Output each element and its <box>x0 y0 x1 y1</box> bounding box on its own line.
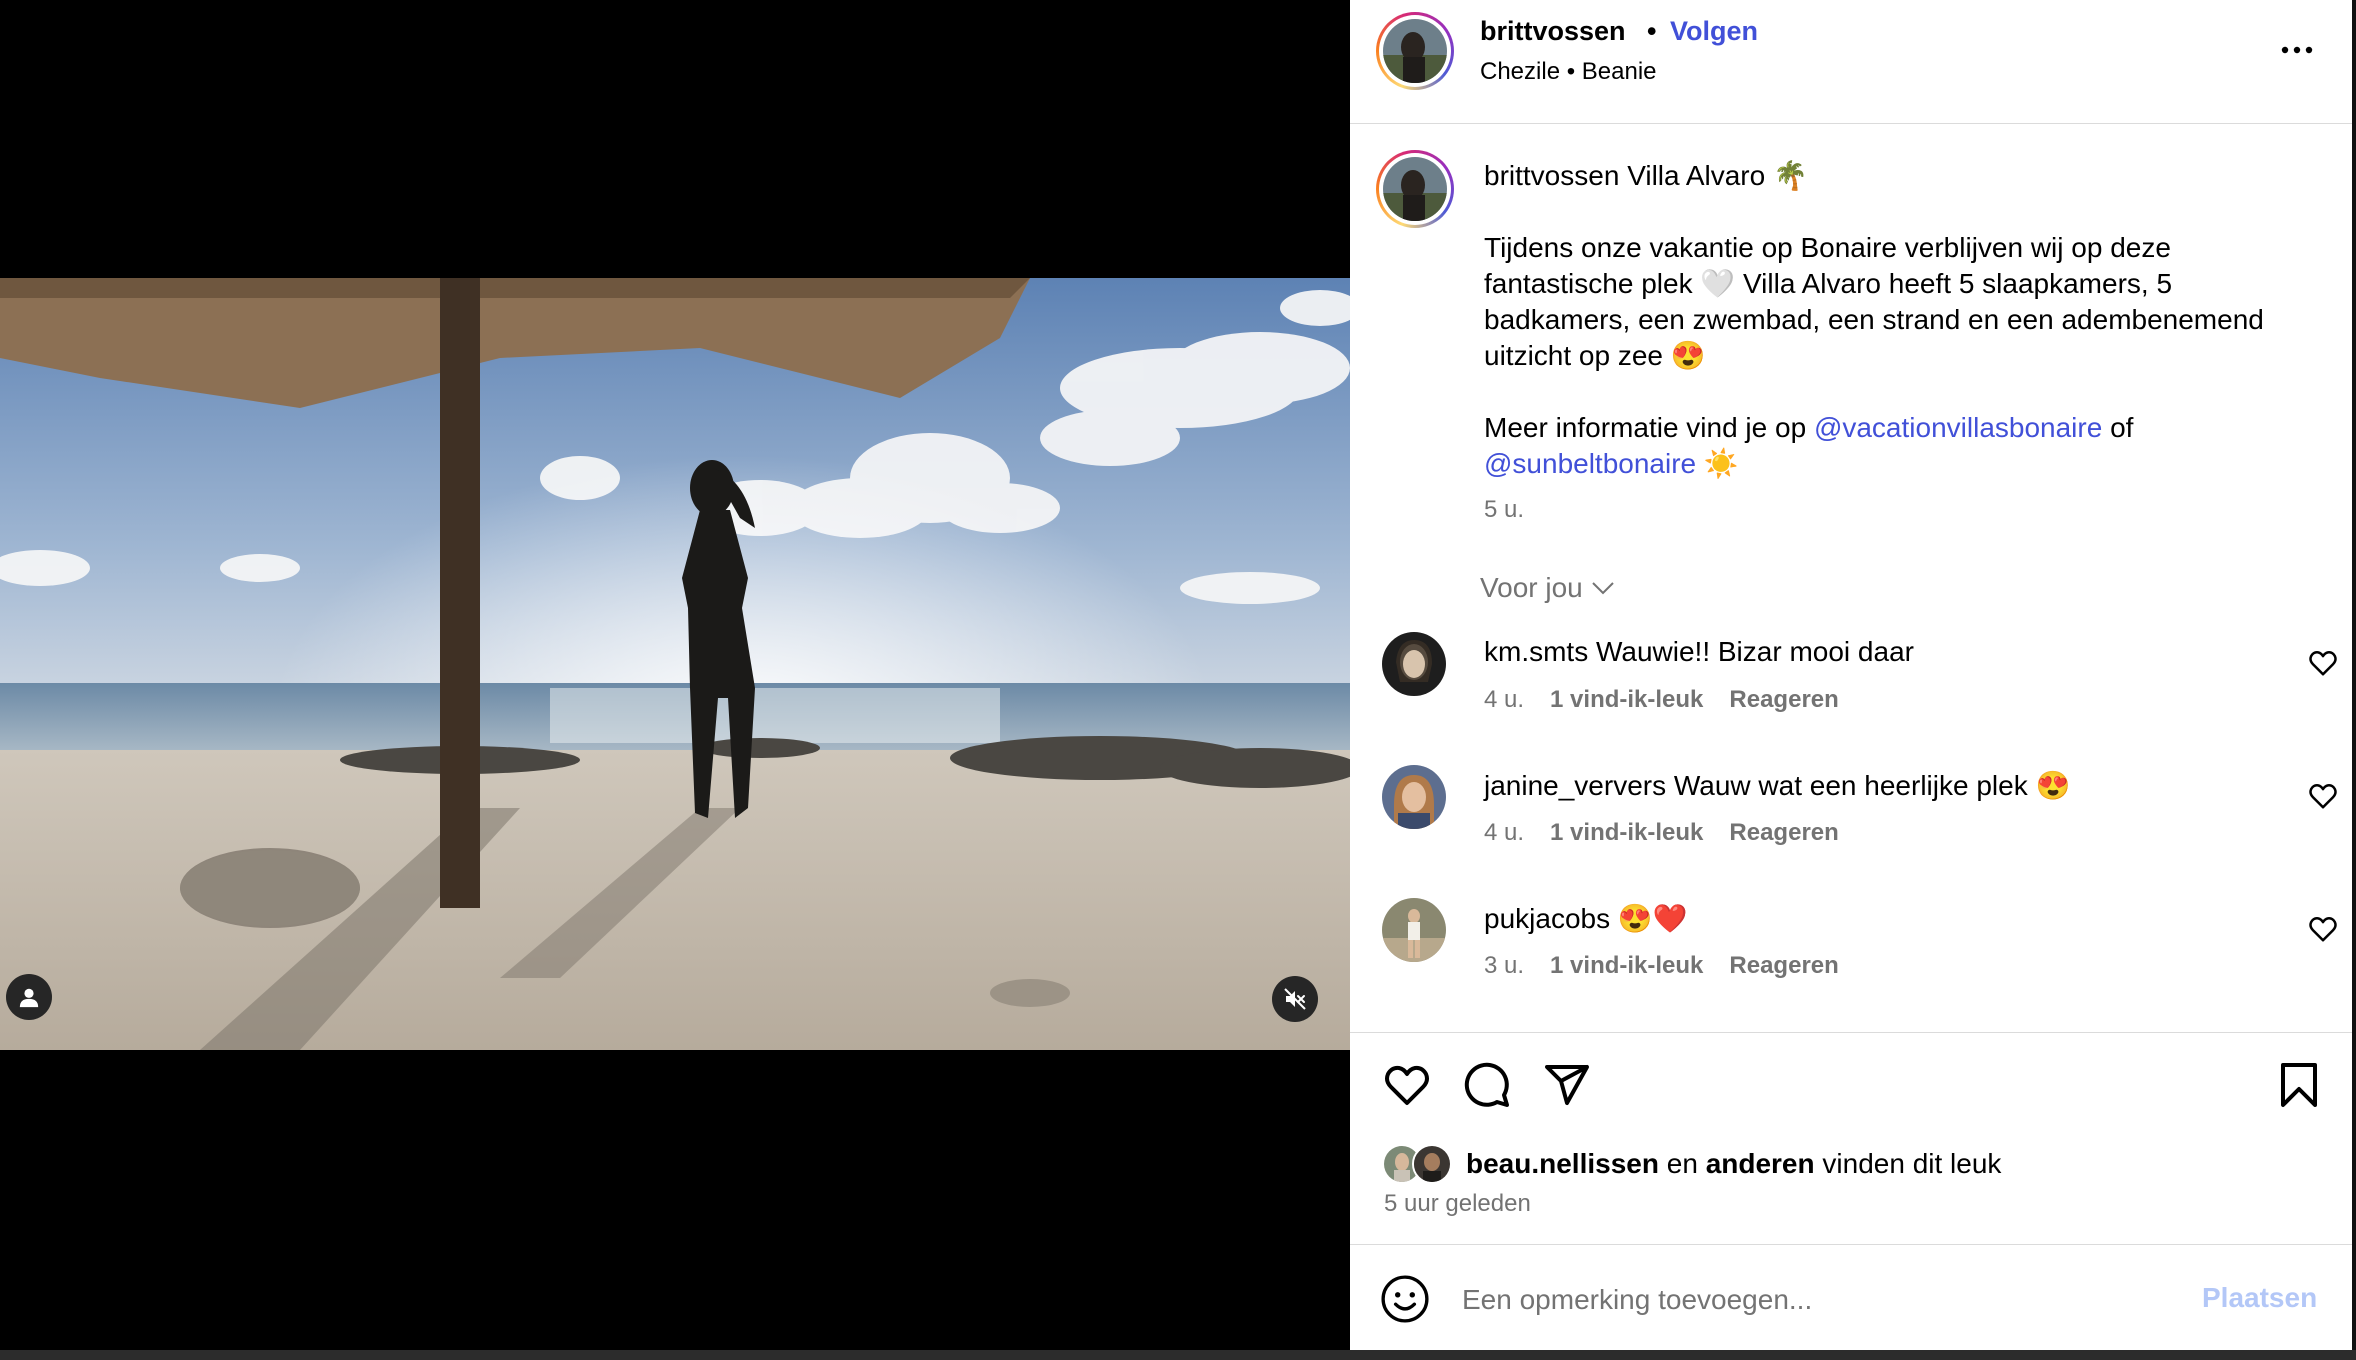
comment-time[interactable]: 4 u. <box>1484 686 1524 714</box>
actions-divider <box>1350 1032 2352 1033</box>
caption-more-info: Meer informatie vind je op @vacationvill… <box>1484 410 2304 482</box>
comment-text-line: pukjacobs 😍❤️ <box>1484 902 1688 935</box>
comment-heart-icon[interactable] <box>2308 648 2338 678</box>
comment-button[interactable] <box>1460 1058 1514 1112</box>
comments-sort-label: Voor jou <box>1480 572 1583 603</box>
likes-summary: beau.nellissen en anderen vinden dit leu… <box>1382 1144 2001 1184</box>
comment-likes-count[interactable]: 1 vind-ik-leuk <box>1550 952 1703 980</box>
more-options-button[interactable] <box>2272 30 2322 70</box>
commenter-avatar[interactable] <box>1382 632 1446 696</box>
comment-time[interactable]: 4 u. <box>1484 819 1524 847</box>
tagged-users-button[interactable] <box>6 974 52 1020</box>
caption-avatar-image <box>1383 157 1447 221</box>
paper-plane-icon <box>1545 1065 1589 1105</box>
audio-title: Beanie <box>1581 58 1657 85</box>
add-comment-input[interactable] <box>1462 1278 2162 1322</box>
like-button[interactable] <box>1380 1058 1434 1112</box>
audio-separator: • <box>1566 58 1576 85</box>
post-header: brittvossen • Volgen Chezile • Beanie <box>1350 0 2352 124</box>
bookmark-icon <box>2281 1063 2317 1107</box>
mention-vacationvillasbonaire[interactable]: @vacationvillasbonaire <box>1814 412 2102 443</box>
speech-bubble-icon <box>1464 1062 1509 1107</box>
comment-item: km.smts Wauwie!! Bizar mooi daar 4 u. 1 … <box>1350 632 2352 742</box>
liker-avatar[interactable] <box>1412 1144 1452 1184</box>
background-feed-strip <box>0 1350 2356 1360</box>
liker-username[interactable]: beau.nellissen <box>1466 1148 1659 1179</box>
comment-item: janine_ververs Wauw wat een heerlijke pl… <box>1350 765 2352 875</box>
chevron-down-icon <box>1592 582 1614 595</box>
beach-scene-image <box>0 278 1350 1050</box>
post-details-panel: brittvossen • Volgen Chezile • Beanie br… <box>1350 0 2352 1350</box>
save-button[interactable] <box>2272 1058 2326 1112</box>
caption-title: Villa Alvaro 🌴 <box>1627 160 1808 191</box>
comment-text: 😍❤️ <box>1617 903 1688 934</box>
author-username[interactable]: brittvossen <box>1480 16 1626 47</box>
reply-button[interactable]: Reageren <box>1729 819 1838 847</box>
comment-heart-icon[interactable] <box>2308 781 2338 811</box>
commenter-avatar[interactable] <box>1382 898 1446 962</box>
reply-button[interactable]: Reageren <box>1729 686 1838 714</box>
comments-sort-dropdown[interactable]: Voor jou <box>1480 572 1615 604</box>
caption-or-word: of <box>2110 412 2134 443</box>
comment-text-line: janine_ververs Wauw wat een heerlijke pl… <box>1484 769 2070 802</box>
post-caption: brittvossen Villa Alvaro 🌴 Tijdens onze … <box>1484 158 2304 482</box>
caption-more-prefix: Meer informatie vind je op <box>1484 412 1807 443</box>
smiley-icon[interactable] <box>1380 1274 1430 1324</box>
reply-button[interactable]: Reageren <box>1729 952 1838 980</box>
caption-body: Tijdens onze vakantie op Bonaire verblij… <box>1484 232 2264 371</box>
author-avatar[interactable] <box>1376 12 1454 90</box>
commenter-avatar-image <box>1382 632 1446 696</box>
commenter-username[interactable]: janine_ververs <box>1484 770 1666 801</box>
heart-icon <box>1385 1065 1429 1105</box>
caption-sun-emoji: ☀️ <box>1703 448 1739 479</box>
window-edge <box>2352 0 2356 1360</box>
more-dots-icon <box>2281 46 2313 54</box>
caption-timestamp[interactable]: 5 u. <box>1484 496 1524 524</box>
post-comment-button[interactable]: Plaatsen <box>2202 1282 2317 1314</box>
add-comment-divider <box>1350 1244 2352 1245</box>
comment-text-line: km.smts Wauwie!! Bizar mooi daar <box>1484 636 1914 668</box>
post-timestamp[interactable]: 5 uur geleden <box>1384 1190 1531 1218</box>
comment-meta: 4 u. 1 vind-ik-leuk Reageren <box>1484 819 1839 847</box>
audio-artist: Chezile <box>1480 58 1561 85</box>
liker-avatars <box>1382 1144 1454 1184</box>
liker-avatar-image <box>1414 1146 1450 1182</box>
comment-likes-count[interactable]: 1 vind-ik-leuk <box>1550 819 1703 847</box>
mute-toggle-button[interactable] <box>1272 976 1318 1022</box>
likes-and-word: en <box>1666 1148 1698 1179</box>
speaker-muted-icon <box>1284 988 1306 1010</box>
commenter-avatar-image <box>1382 765 1446 829</box>
comment-meta: 4 u. 1 vind-ik-leuk Reageren <box>1484 686 1839 714</box>
caption-avatar[interactable] <box>1376 150 1454 228</box>
share-button[interactable] <box>1540 1058 1594 1112</box>
comment-text: Wauwie!! Bizar mooi daar <box>1596 636 1914 667</box>
instagram-post-modal: brittvossen • Volgen Chezile • Beanie br… <box>0 0 2356 1360</box>
comment-heart-icon[interactable] <box>2308 914 2338 944</box>
commenter-avatar-image <box>1382 898 1446 962</box>
comment-likes-count[interactable]: 1 vind-ik-leuk <box>1550 686 1703 714</box>
separator-dot: • <box>1647 16 1657 46</box>
likes-suffix: vinden dit leuk <box>1822 1148 2002 1179</box>
comment-item: pukjacobs 😍❤️ 3 u. 1 vind-ik-leuk Reager… <box>1350 898 2352 1008</box>
mention-sunbeltbonaire[interactable]: @sunbeltbonaire <box>1484 448 1696 479</box>
comment-meta: 3 u. 1 vind-ik-leuk Reageren <box>1484 952 1839 980</box>
follow-button[interactable]: Volgen <box>1670 16 1758 47</box>
author-avatar-image <box>1383 19 1447 83</box>
media-panel <box>0 0 1350 1350</box>
likes-others-link[interactable]: anderen <box>1706 1148 1815 1179</box>
commenter-username[interactable]: pukjacobs <box>1484 903 1610 934</box>
comment-text: Wauw wat een heerlijke plek 😍 <box>1673 770 2071 801</box>
caption-username[interactable]: brittvossen <box>1484 160 1619 191</box>
person-icon <box>19 988 39 1008</box>
commenter-username[interactable]: km.smts <box>1484 636 1588 667</box>
comment-time[interactable]: 3 u. <box>1484 952 1524 980</box>
audio-track[interactable]: Chezile • Beanie <box>1480 58 1657 86</box>
caption-title-line: brittvossen Villa Alvaro 🌴 <box>1484 158 2304 194</box>
post-video[interactable] <box>0 278 1350 1050</box>
commenter-avatar[interactable] <box>1382 765 1446 829</box>
